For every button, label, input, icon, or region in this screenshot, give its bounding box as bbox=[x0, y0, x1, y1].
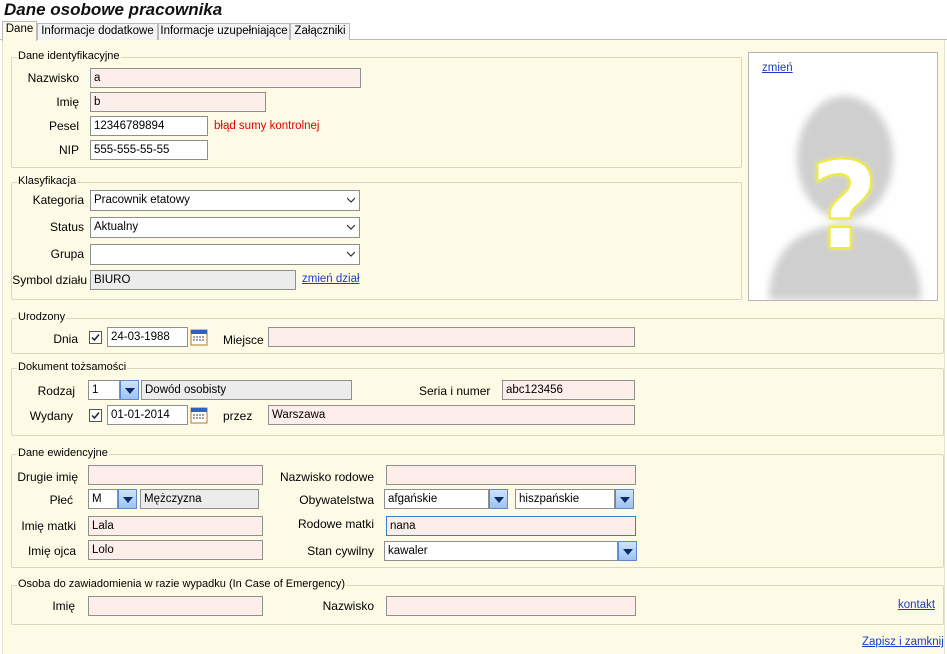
wydany-label: Wydany bbox=[29, 409, 73, 423]
svg-text:?: ? bbox=[809, 138, 879, 277]
plec-label: Płeć bbox=[49, 493, 73, 507]
emergency-nazwisko-label: Nazwisko bbox=[322, 599, 374, 613]
kategoria-value: Pracownik etatowy bbox=[94, 194, 190, 206]
nip-input[interactable]: 555-555-55-55 bbox=[90, 140, 208, 160]
chevron-down-icon bbox=[494, 497, 504, 503]
nazwisko-rodowe-input[interactable] bbox=[386, 465, 636, 485]
obywatelstwa-label: Obywatelstwa bbox=[299, 493, 374, 507]
drugie-imie-label: Drugie imię bbox=[17, 470, 78, 484]
grupa-label: Grupa bbox=[50, 247, 84, 261]
grupa-select[interactable] bbox=[90, 244, 360, 265]
nazwisko-label: Nazwisko bbox=[27, 71, 79, 85]
checkmark-icon bbox=[91, 412, 100, 420]
group-emergency-legend: Osoba do zawiadomienia w razie wypadku (… bbox=[17, 578, 347, 590]
przez-label: przez bbox=[223, 409, 253, 423]
emergency-imie-label: Imię bbox=[52, 599, 75, 613]
stan-cywilny-input[interactable]: kawaler bbox=[384, 541, 618, 561]
chevron-down-icon bbox=[623, 549, 633, 555]
symbol-dzialu-field: BIURO bbox=[90, 270, 296, 290]
chevron-down-icon bbox=[620, 497, 630, 503]
plec-dropdown-button[interactable] bbox=[118, 489, 137, 509]
save-and-close-link[interactable]: Zapisz i zamknij bbox=[862, 636, 944, 648]
miejsce-input[interactable] bbox=[268, 327, 635, 347]
pesel-error: błąd sumy kontrolnej bbox=[214, 120, 320, 132]
calendar-icon[interactable] bbox=[189, 327, 209, 347]
checkmark-icon bbox=[91, 334, 100, 342]
przez-input[interactable]: Warszawa bbox=[268, 405, 635, 425]
tab-bar: Dane Informacje dodatkowe Informacje uzu… bbox=[0, 21, 947, 41]
pesel-label: Pesel bbox=[48, 119, 79, 133]
chevron-down-icon bbox=[347, 251, 355, 257]
rodzaj-code-input[interactable]: 1 bbox=[88, 380, 120, 400]
imie-matki-label: Imię matki bbox=[21, 519, 76, 533]
wydany-date-input[interactable]: 01-01-2014 bbox=[107, 405, 188, 425]
dnia-date-input[interactable]: 24-03-1988 bbox=[107, 327, 188, 347]
imie-input[interactable]: b bbox=[90, 92, 266, 112]
group-id-document: Dokument tożsamości bbox=[11, 361, 944, 436]
page-title: Dane osobowe pracownika bbox=[4, 0, 223, 19]
imie-label: Imię bbox=[56, 95, 79, 109]
zmien-dzial-link[interactable]: zmień dział bbox=[302, 273, 360, 285]
dnia-checkbox[interactable] bbox=[89, 331, 102, 344]
plec-code-input[interactable]: M bbox=[88, 489, 118, 509]
tab-dane[interactable]: Dane bbox=[2, 21, 37, 41]
dnia-label: Dnia bbox=[53, 332, 78, 346]
chevron-down-icon bbox=[347, 224, 355, 230]
calendar-icon[interactable] bbox=[189, 405, 209, 425]
imie-ojca-input[interactable]: Lolo bbox=[88, 540, 263, 560]
nazwisko-rodowe-label: Nazwisko rodowe bbox=[279, 470, 374, 484]
wydany-checkbox[interactable] bbox=[89, 409, 102, 422]
symbol-dzialu-label: Symbol działu bbox=[12, 273, 87, 287]
group-birth-legend: Urodzony bbox=[17, 311, 67, 323]
obywatelstwo-2-input[interactable]: hiszpańskie bbox=[515, 489, 615, 509]
group-records-legend: Dane ewidencyjne bbox=[17, 447, 109, 459]
group-identification-legend: Dane identyfikacyjne bbox=[17, 50, 121, 62]
status-label: Status bbox=[49, 220, 84, 234]
kategoria-label: Kategoria bbox=[32, 193, 84, 207]
tab-informacje-uzupelniajace[interactable]: Informacje uzupełniające bbox=[158, 23, 290, 40]
seria-numer-label: Seria i numer bbox=[419, 384, 491, 398]
seria-numer-input[interactable]: abc123456 bbox=[502, 380, 635, 400]
status-select[interactable]: Aktualny bbox=[90, 217, 360, 238]
drugie-imie-input[interactable] bbox=[88, 465, 263, 485]
tab-zalaczniki[interactable]: Załączniki bbox=[290, 23, 350, 40]
emergency-nazwisko-input[interactable] bbox=[386, 596, 636, 616]
status-value: Aktualny bbox=[94, 221, 139, 233]
nazwisko-input[interactable]: a bbox=[90, 68, 361, 88]
kategoria-select[interactable]: Pracownik etatowy bbox=[90, 190, 360, 211]
stan-cywilny-dropdown-button[interactable] bbox=[618, 541, 637, 561]
imie-matki-input[interactable]: Lala bbox=[88, 516, 263, 536]
rodzaj-name-field: Dowód osobisty bbox=[141, 380, 352, 400]
rodzaj-label: Rodzaj bbox=[37, 384, 75, 398]
plec-name-field: Mężczyzna bbox=[140, 489, 259, 509]
group-classification-legend: Klasyfikacja bbox=[17, 175, 78, 187]
emergency-imie-input[interactable] bbox=[88, 596, 263, 616]
kontakt-link[interactable]: kontakt bbox=[898, 599, 935, 611]
unknown-person-icon: ? ? bbox=[769, 96, 921, 300]
chevron-down-icon bbox=[123, 497, 133, 503]
group-id-document-legend: Dokument tożsamości bbox=[17, 361, 128, 373]
chevron-down-icon bbox=[125, 388, 135, 394]
rodzaj-dropdown-button[interactable] bbox=[120, 380, 139, 400]
miejsce-label: Miejsce bbox=[223, 333, 264, 347]
chevron-down-icon bbox=[347, 197, 355, 203]
rodowe-matki-label: Rodowe matki bbox=[297, 517, 374, 531]
obywatelstwo-2-dropdown-button[interactable] bbox=[615, 489, 634, 509]
tab-informacje-dodatkowe[interactable]: Informacje dodatkowe bbox=[37, 23, 158, 40]
photo-frame[interactable]: zmień ? ? bbox=[748, 52, 938, 301]
obywatelstwo-1-input[interactable]: afgańskie bbox=[384, 489, 489, 509]
imie-ojca-label: Imię ojca bbox=[27, 544, 76, 558]
pesel-input[interactable]: 12346789894 bbox=[90, 116, 208, 136]
stan-cywilny-label: Stan cywilny bbox=[307, 544, 374, 558]
obywatelstwo-1-dropdown-button[interactable] bbox=[489, 489, 508, 509]
nip-label: NIP bbox=[58, 143, 79, 157]
rodowe-matki-input[interactable]: nana bbox=[386, 516, 636, 536]
